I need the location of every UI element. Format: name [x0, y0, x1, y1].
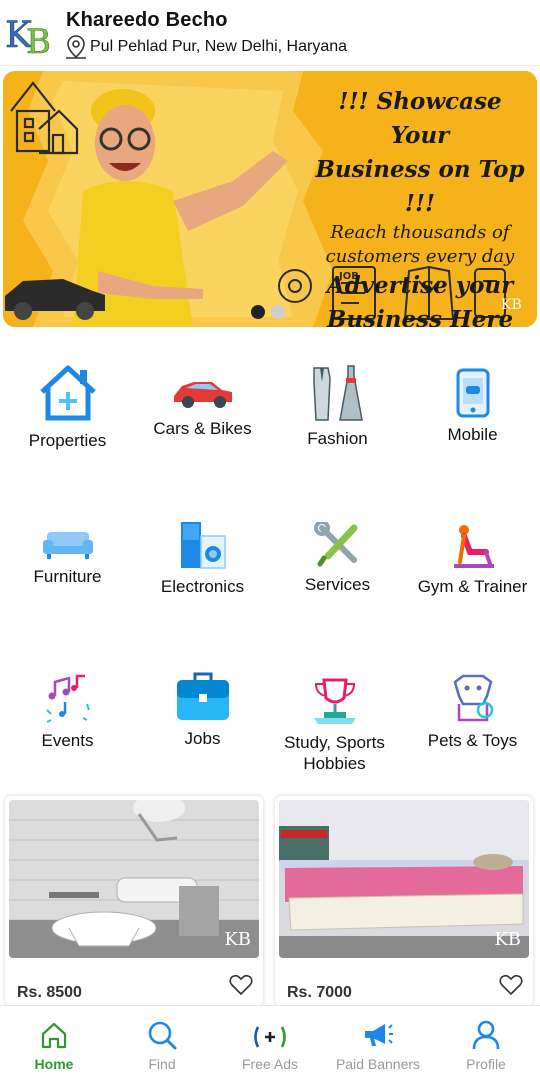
briefcase-icon [176, 672, 229, 720]
banner-line-4: customers every day [325, 246, 515, 267]
category-cars-bikes[interactable]: Cars & Bikes [135, 372, 270, 439]
bed-photo [279, 800, 529, 958]
nav-paid-banners[interactable]: Paid Banners [324, 1020, 432, 1072]
category-label: Properties [28, 431, 107, 450]
category-pets-toys[interactable]: Pets & Toys [405, 674, 540, 751]
category-label: Gym & Trainer [417, 577, 528, 596]
yoga-icon [453, 525, 494, 568]
kb-logo: K B [5, 15, 52, 57]
phone-icon [456, 368, 489, 418]
clothes-icon [312, 365, 363, 421]
pet-icon [453, 674, 493, 722]
banner-line-5: Advertise your [326, 272, 514, 299]
banner-line-3: Reach thousands of [330, 222, 510, 243]
category-gym-trainer[interactable]: Gym & Trainer [405, 522, 540, 597]
appliances-icon [180, 522, 226, 569]
listing-watermark: KB [224, 929, 251, 950]
listing-card[interactable]: KB Rs. 8500 [5, 796, 263, 1006]
listing-image[interactable]: KB [9, 800, 259, 958]
banner-line-2: Business on Top !!! [315, 156, 525, 217]
category-label: Events [41, 731, 94, 750]
bathroom-photo [9, 800, 259, 958]
nav-label: Find [148, 1056, 176, 1072]
category-services[interactable]: Services [270, 522, 405, 595]
app-header: K B Khareedo Becho Pul Pehlad Pur, New D… [0, 0, 540, 66]
carousel-dots [251, 305, 285, 319]
carousel-dot-active[interactable] [251, 305, 265, 319]
megaphone-icon [365, 1024, 393, 1046]
promo-banner[interactable]: JOB KB !!! Showcase Your Business on Top… [3, 71, 537, 327]
car-icon [173, 382, 232, 408]
user-icon [472, 1020, 500, 1050]
nav-label: Home [34, 1056, 74, 1072]
category-events[interactable]: Events [0, 674, 135, 751]
listing-price: Rs. 7000 [287, 984, 352, 1001]
category-label: Furniture [33, 567, 102, 586]
bottom-navigation: Home Find Free Ads Paid Banners Profile [0, 1005, 540, 1089]
category-label: Study, Sports Hobbies [284, 733, 385, 773]
carousel-dot[interactable] [271, 305, 285, 319]
favorite-heart-icon[interactable] [499, 974, 523, 996]
favorite-heart-icon[interactable] [229, 974, 253, 996]
nav-profile[interactable]: Profile [432, 1020, 540, 1072]
category-label: Pets & Toys [427, 731, 518, 750]
banner-line-1: !!! Showcase Your [338, 88, 502, 149]
listing-image[interactable]: KB [279, 800, 529, 958]
tools-icon [313, 522, 357, 567]
category-label: Mobile [447, 425, 498, 444]
location-text[interactable]: Pul Pehlad Pur, New Delhi, Haryana [90, 38, 347, 56]
house-icon [39, 365, 96, 421]
category-label: Cars & Bikes [153, 419, 252, 438]
listing-card[interactable]: KB Rs. 7000 [275, 796, 533, 1006]
nav-free-ads[interactable]: Free Ads [216, 1024, 324, 1072]
listing-price: Rs. 8500 [17, 984, 82, 1001]
category-label: Jobs [184, 729, 221, 748]
nav-label: Profile [466, 1056, 506, 1072]
nav-find[interactable]: Find [108, 1020, 216, 1072]
home-icon [41, 1022, 67, 1049]
music-notes-icon [45, 674, 90, 723]
category-properties[interactable]: Properties [0, 362, 135, 451]
nav-home[interactable]: Home [0, 1020, 108, 1072]
svg-text:B: B [26, 22, 51, 57]
category-furniture[interactable]: Furniture [0, 530, 135, 587]
category-mobile[interactable]: Mobile [405, 368, 540, 445]
trophy-icon [313, 678, 356, 724]
listing-watermark: KB [494, 929, 521, 950]
search-icon [148, 1021, 177, 1050]
app-title: Khareedo Becho [66, 9, 228, 31]
category-label: Electronics [160, 577, 245, 596]
category-fashion[interactable]: Fashion [270, 362, 405, 449]
category-label: Fashion [307, 429, 368, 448]
category-jobs[interactable]: Jobs [135, 670, 270, 749]
nav-label: Paid Banners [335, 1056, 421, 1072]
location-pin-icon[interactable] [63, 33, 89, 61]
add-icon [254, 1026, 286, 1048]
nav-label: Free Ads [241, 1056, 299, 1072]
banner-text: !!! Showcase Your Business on Top !!! Re… [315, 85, 525, 327]
category-electronics[interactable]: Electronics [135, 520, 270, 597]
category-study-sports-hobbies[interactable]: Study, Sports Hobbies [267, 676, 402, 774]
banner-line-6: Business Here [326, 306, 514, 327]
category-label: Services [304, 575, 371, 594]
sofa-icon [42, 532, 93, 559]
